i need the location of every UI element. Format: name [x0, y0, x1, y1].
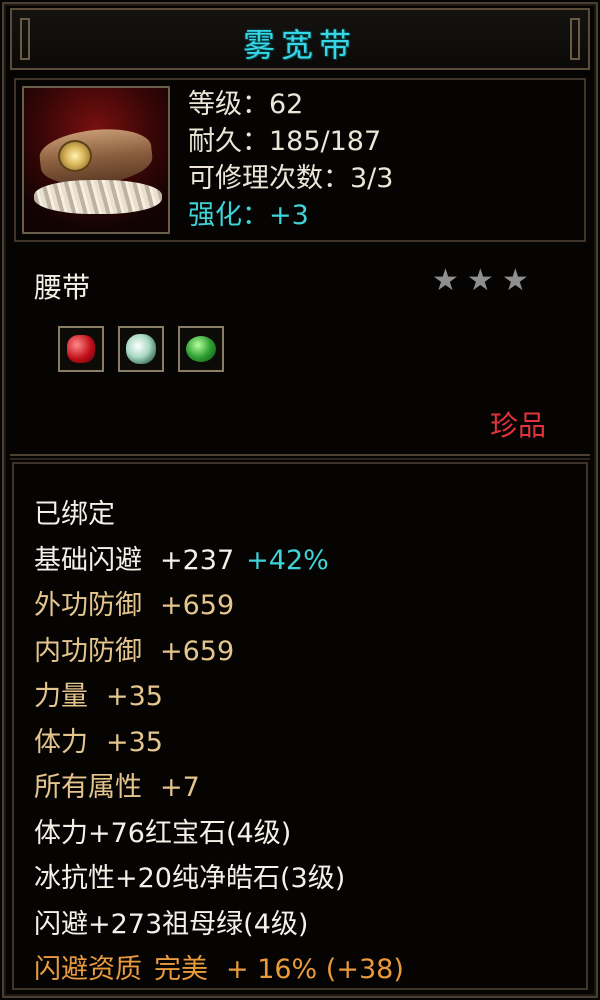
belt-fur-shape [34, 180, 162, 214]
durability-value: 185/187 [269, 126, 382, 157]
level-row: 等级：62 [188, 86, 393, 123]
gem-sockets [58, 326, 224, 372]
item-stats: 等级：62 耐久：185/187 可修理次数：3/3 强化：+3 [188, 86, 393, 234]
ruby-gem-icon[interactable] [58, 326, 104, 372]
item-type: 腰带 [34, 271, 91, 304]
bound-status: 已绑定 [34, 499, 115, 530]
dodge-quality-grade: 完美 [154, 954, 208, 985]
durability-row: 耐久：185/187 [188, 123, 393, 160]
gem-bonus-emerald: 闪避+273祖母绿(4级) [34, 908, 309, 940]
dodge-quality-row: 闪避资质 完美 + 16% (+38) [34, 947, 404, 993]
all-attributes-label: 所有属性 [34, 772, 142, 803]
star-icon: ★ [466, 263, 494, 298]
rarity-label: 珍品 [490, 409, 547, 442]
stamina-row: 体力 +35 [34, 720, 404, 766]
repair-count-value: 3/3 [350, 163, 394, 194]
section-divider [10, 454, 590, 460]
all-attributes-row: 所有属性 +7 [34, 765, 404, 811]
base-dodge-label: 基础闪避 [34, 544, 142, 576]
attributes-list: 已绑定 基础闪避 +237 +42% 外功防御 +659 内功防御 +659 力量 +35… [34, 492, 404, 993]
base-dodge-row: 基础闪避 +237 +42% [34, 538, 404, 584]
star-icon: ★ [432, 263, 459, 298]
inner-defense-label: 内功防御 [34, 635, 142, 667]
enhance-row: 强化：+3 [188, 197, 393, 234]
outer-defense-label: 外功防御 [34, 590, 142, 621]
gem-bonus-diamond: 冰抗性+20纯净皓石(3级) [34, 863, 346, 894]
repair-count-row: 可修理次数：3/3 [188, 160, 393, 197]
level-value: 62 [269, 89, 304, 120]
strength-label: 力量 [34, 681, 88, 712]
inner-defense-row: 内功防御 +659 [34, 629, 404, 675]
inner-defense-value: +659 [160, 635, 235, 667]
strength-row: 力量 +35 [34, 674, 404, 720]
emerald-gem-icon[interactable] [178, 326, 224, 372]
belt-buckle-shape [58, 140, 92, 172]
level-label: 等级： [188, 89, 269, 120]
enhance-label: 强化： [188, 200, 269, 231]
item-name: 雾宽带 [242, 26, 357, 64]
stamina-label: 体力 [34, 726, 88, 758]
diamond-gem-icon[interactable] [118, 326, 164, 372]
dodge-quality-value: + 16% (+38) [226, 954, 404, 985]
durability-label: 耐久： [188, 126, 269, 157]
base-dodge-value: +237 [160, 544, 235, 576]
base-dodge-bonus: +42% [246, 544, 329, 576]
title-bar: 雾宽带 [10, 8, 590, 70]
all-attributes-value: +7 [160, 772, 200, 803]
star-rating: ★ ★ ★ [432, 264, 529, 298]
outer-defense-value: +659 [160, 590, 235, 621]
enhance-value: +3 [269, 200, 309, 231]
star-icon: ★ [501, 263, 529, 298]
belt-icon [22, 86, 170, 234]
gem-bonus-ruby: 体力+76红宝石(4级) [34, 817, 292, 849]
outer-defense-row: 外功防御 +659 [34, 583, 404, 629]
repair-count-label: 可修理次数： [188, 163, 350, 194]
dodge-quality-label: 闪避资质 [34, 954, 142, 985]
strength-value: +35 [106, 681, 163, 712]
item-tooltip-panel: 雾宽带 等级：62 耐久：185/187 可修理次数：3/3 强化：+3 腰带 … [0, 0, 600, 1000]
stamina-value: +35 [106, 726, 163, 758]
